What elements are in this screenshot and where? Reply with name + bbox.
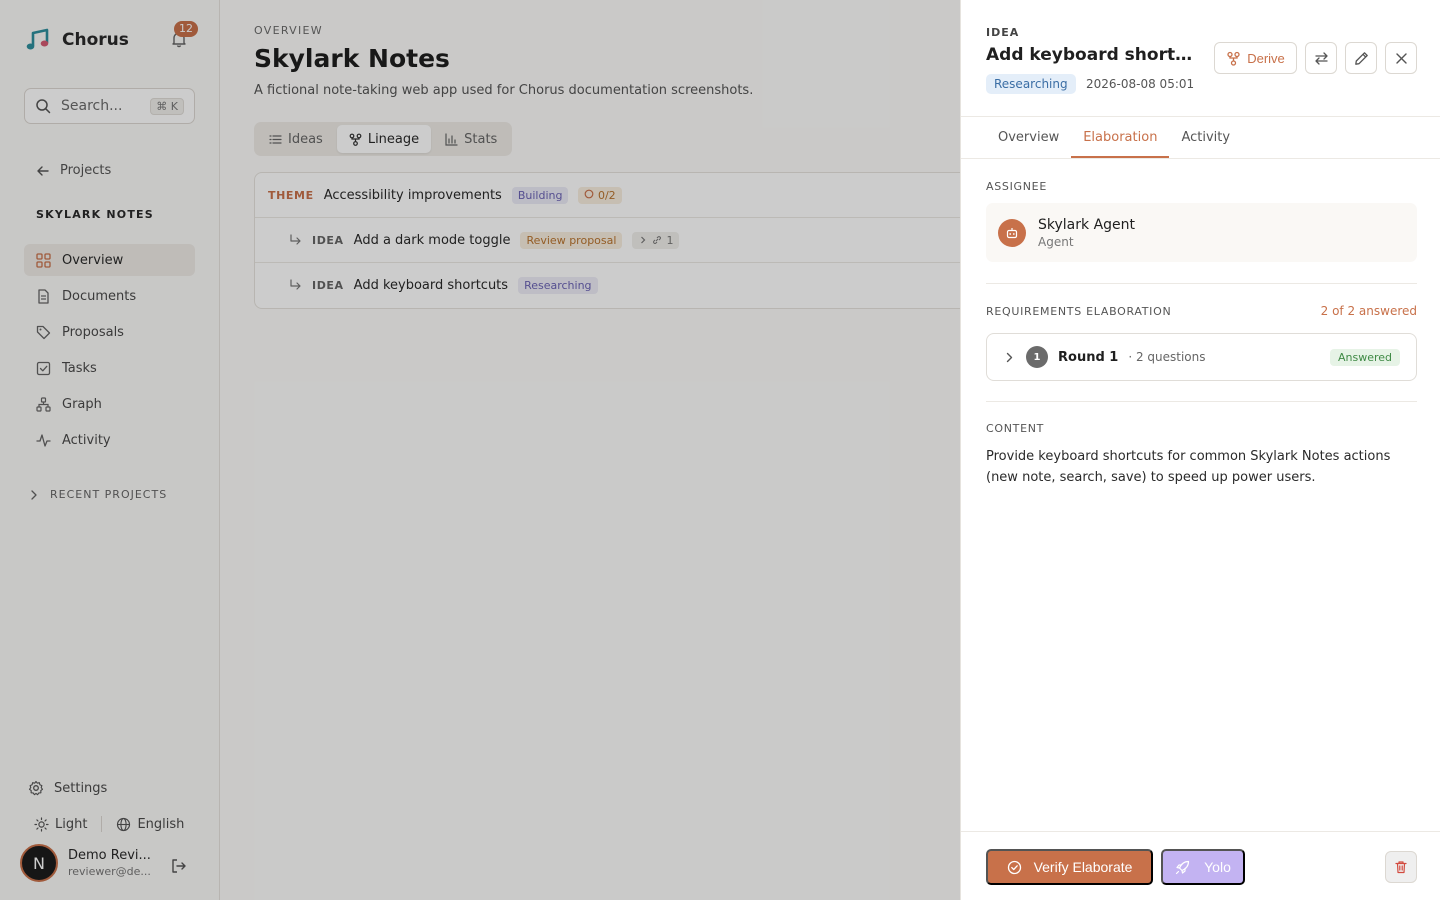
assignee-label: ASSIGNEE xyxy=(986,180,1047,193)
status-badge: Researching xyxy=(986,74,1076,94)
idea-detail-drawer: IDEA Add keyboard shortc... Researching … xyxy=(960,0,1440,900)
derive-button[interactable]: Derive xyxy=(1214,42,1297,74)
chevron-right-icon xyxy=(1006,352,1013,362)
move-button[interactable] xyxy=(1305,42,1337,74)
drawer-footer: Verify Elaborate Yolo xyxy=(961,831,1440,900)
created-date: 2026-08-08 05:01 xyxy=(1086,77,1195,91)
swap-arrows-icon xyxy=(1314,51,1328,65)
delete-button[interactable] xyxy=(1385,851,1417,883)
requirements-label: REQUIREMENTS ELABORATION xyxy=(986,305,1172,318)
verify-label: Verify Elaborate xyxy=(1033,859,1133,875)
divider xyxy=(986,401,1417,402)
answered-summary: 2 of 2 answered xyxy=(1320,304,1417,318)
pencil-icon xyxy=(1354,51,1368,65)
divider xyxy=(986,283,1417,284)
close-button[interactable] xyxy=(1385,42,1417,74)
check-circle-icon xyxy=(1007,860,1021,874)
derive-label: Derive xyxy=(1247,50,1285,66)
drawer-eyebrow: IDEA xyxy=(986,26,1020,39)
yolo-button[interactable]: Yolo xyxy=(1161,849,1245,885)
round-question-count: · 2 questions xyxy=(1128,350,1206,364)
yolo-label: Yolo xyxy=(1204,859,1231,875)
verify-elaborate-button[interactable]: Verify Elaborate xyxy=(986,849,1153,885)
idea-content: Provide keyboard shortcuts for common Sk… xyxy=(986,449,1391,485)
drawer-tabs: Overview Elaboration Activity xyxy=(961,116,1440,159)
tab-activity[interactable]: Activity xyxy=(1169,117,1242,158)
elaboration-round[interactable]: 1 Round 1 · 2 questions Answered xyxy=(986,333,1417,381)
close-icon xyxy=(1395,52,1407,64)
robot-icon xyxy=(1006,227,1018,238)
assignee-name: Skylark Agent xyxy=(1038,216,1136,233)
drawer-title: Add keyboard shortc... xyxy=(986,45,1196,65)
assignee-card[interactable]: Skylark Agent Agent xyxy=(986,203,1417,262)
edit-button[interactable] xyxy=(1345,42,1377,74)
assignee-role: Agent xyxy=(1038,234,1074,249)
tab-overview[interactable]: Overview xyxy=(986,117,1071,158)
round-title: Round 1 xyxy=(1058,349,1119,365)
tab-elaboration[interactable]: Elaboration xyxy=(1071,117,1170,158)
bot-avatar xyxy=(998,218,1026,247)
trash-icon xyxy=(1395,861,1407,874)
content-label: CONTENT xyxy=(986,422,1045,435)
round-number: 1 xyxy=(1026,346,1048,368)
rocket-icon xyxy=(1176,860,1190,874)
round-status-badge: Answered xyxy=(1329,348,1400,366)
derive-icon xyxy=(1227,51,1240,66)
assignee-info: Skylark Agent Agent xyxy=(1038,217,1135,249)
modal-backdrop[interactable] xyxy=(0,0,960,900)
